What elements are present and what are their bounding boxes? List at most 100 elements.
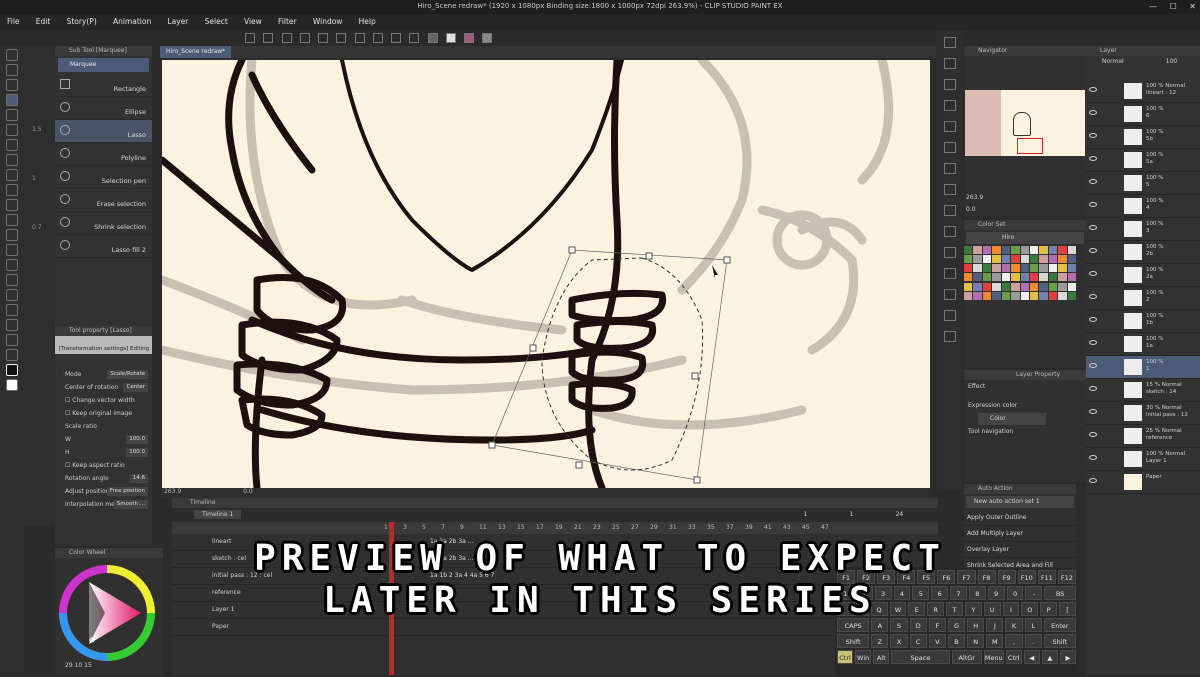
color-swatch[interactable] — [992, 291, 1001, 300]
color-swatch[interactable] — [1039, 264, 1048, 273]
layer-opacity-input[interactable]: 100 — [1166, 58, 1177, 65]
sub-tool-shrink-selection[interactable]: Shrink selection — [55, 212, 152, 235]
navigator-zoom[interactable]: 263.9 — [966, 194, 983, 201]
select-all-icon[interactable] — [354, 33, 365, 43]
auto-select-icon[interactable] — [6, 109, 18, 121]
key-,[interactable]: , — [1005, 634, 1023, 648]
key-altgr[interactable]: AltGr — [951, 650, 982, 664]
color-swatch[interactable] — [1067, 291, 1076, 300]
color-swatch[interactable] — [982, 246, 992, 254]
key-b[interactable]: B — [947, 634, 966, 648]
eye-icon[interactable] — [1089, 156, 1097, 161]
color-swatch[interactable] — [964, 246, 973, 254]
operation-icon[interactable] — [6, 79, 18, 91]
keep-original-checkbox[interactable]: ☐ Keep original image — [55, 407, 152, 420]
color-swatch[interactable] — [1011, 273, 1020, 282]
layer-row[interactable]: 100 % 1 — [1086, 356, 1200, 379]
balloon-icon[interactable] — [6, 334, 18, 346]
transform-handle[interactable] — [723, 256, 731, 264]
undo-icon[interactable] — [245, 33, 256, 43]
panel-icon-15[interactable] — [944, 331, 956, 342]
sub-color-swatch-icon[interactable] — [6, 379, 18, 391]
layer-row[interactable]: 100 % Normal Layer 1 — [1086, 448, 1200, 471]
sub-color-icon[interactable] — [482, 33, 493, 43]
panel-icon-3[interactable] — [944, 79, 956, 90]
eye-icon[interactable] — [1089, 386, 1097, 391]
color-swatch[interactable] — [1067, 264, 1076, 273]
key-▶[interactable]: ▶ — [1059, 650, 1077, 664]
height-input[interactable]: 100.0 — [126, 448, 148, 457]
center-select[interactable]: Center — [123, 383, 148, 392]
drawing-canvas[interactable] — [162, 60, 930, 488]
color-swatch[interactable] — [1029, 291, 1039, 300]
color-swatch[interactable] — [1001, 273, 1011, 282]
color-swatch[interactable] — [992, 264, 1001, 273]
keep-aspect-checkbox[interactable]: ☐ Keep aspect ratio — [55, 459, 152, 472]
adjust-select[interactable]: Free position — [106, 487, 148, 496]
color-swatch[interactable] — [992, 255, 1001, 264]
menu-window[interactable]: Window — [306, 14, 350, 30]
panel-icon-2[interactable] — [944, 58, 956, 69]
marquee-icon[interactable] — [6, 94, 18, 106]
mode-select[interactable]: Scale/Rotate — [107, 370, 148, 379]
layer-row[interactable]: 100 % 6 — [1086, 103, 1200, 126]
snap-grid-icon[interactable] — [391, 33, 402, 43]
auto-action-item[interactable]: Apply Outer Outline — [964, 510, 1076, 526]
panel-icon-13[interactable] — [944, 289, 956, 300]
color-swatch[interactable] — [1020, 273, 1029, 282]
panel-icon-12[interactable] — [944, 268, 956, 279]
color-swatch[interactable] — [1048, 282, 1058, 291]
minimize-icon[interactable]: — — [1149, 2, 1157, 11]
color-swatch[interactable] — [1039, 246, 1048, 254]
color-swatch[interactable] — [982, 264, 992, 273]
color-swatch-grid[interactable] — [964, 246, 1076, 300]
rotation-input[interactable]: 14.6 — [129, 474, 148, 483]
color-swatch[interactable] — [1029, 246, 1039, 254]
expression-select[interactable]: Color — [978, 413, 1046, 425]
color-swatch[interactable] — [1020, 291, 1029, 300]
color-swatch[interactable] — [1058, 282, 1067, 291]
eye-icon[interactable] — [1089, 409, 1097, 414]
key-menu[interactable]: Menu — [983, 650, 1004, 664]
layer-row[interactable]: 100 % 4 — [1086, 195, 1200, 218]
transform-handle[interactable] — [529, 344, 537, 352]
key-n[interactable]: N — [967, 634, 985, 648]
sub-tool-lasso[interactable]: Lasso — [55, 120, 152, 143]
transform-handle[interactable] — [691, 372, 699, 380]
key-z[interactable]: Z — [871, 634, 889, 648]
layer-row[interactable]: 25 % Normal reference — [1086, 425, 1200, 448]
color-swatch[interactable] — [1029, 264, 1039, 273]
drawing-color-icon[interactable] — [427, 33, 438, 43]
navigator-angle[interactable]: 0.0 — [966, 206, 976, 213]
menu-select[interactable]: Select — [198, 14, 235, 30]
color-swatch[interactable] — [992, 273, 1001, 282]
color-swatch[interactable] — [973, 264, 982, 273]
color-swatch[interactable] — [982, 273, 992, 282]
key-space[interactable]: Space — [891, 650, 950, 664]
sub-tool-lasso-fill[interactable]: Lasso fill 2 — [55, 235, 152, 258]
color-swatch[interactable] — [1058, 246, 1067, 254]
panel-icon-7[interactable] — [944, 163, 956, 174]
layer-row[interactable]: 100 % Normal lineart : 12 — [1086, 80, 1200, 103]
layer-row[interactable]: 100 % 1b — [1086, 310, 1200, 333]
color-swatch[interactable] — [982, 255, 992, 264]
menu-file[interactable]: File — [0, 14, 27, 30]
sub-tool-group-tab[interactable]: Marquee — [58, 58, 149, 72]
color-swatch[interactable] — [1029, 273, 1039, 282]
panel-icon-4[interactable] — [944, 100, 956, 111]
color-swatch[interactable] — [1011, 255, 1020, 264]
layer-row[interactable]: 100 % 2 — [1086, 287, 1200, 310]
color-swatch[interactable] — [1039, 273, 1048, 282]
auto-action-set-select[interactable]: New auto action set 1 — [966, 496, 1074, 508]
move-icon[interactable] — [6, 64, 18, 76]
color-swatch[interactable] — [1048, 264, 1058, 273]
color-swatch[interactable] — [1011, 291, 1020, 300]
panel-icon-9[interactable] — [944, 205, 956, 216]
key-v[interactable]: V — [928, 634, 946, 648]
key-win[interactable]: Win — [855, 650, 872, 664]
navigator-view-box[interactable] — [1017, 138, 1043, 154]
color-swatch[interactable] — [973, 255, 982, 264]
eye-icon[interactable] — [1089, 363, 1097, 368]
key-ctrl[interactable]: Ctrl — [837, 650, 854, 664]
color-swatch-icon[interactable] — [464, 33, 475, 43]
